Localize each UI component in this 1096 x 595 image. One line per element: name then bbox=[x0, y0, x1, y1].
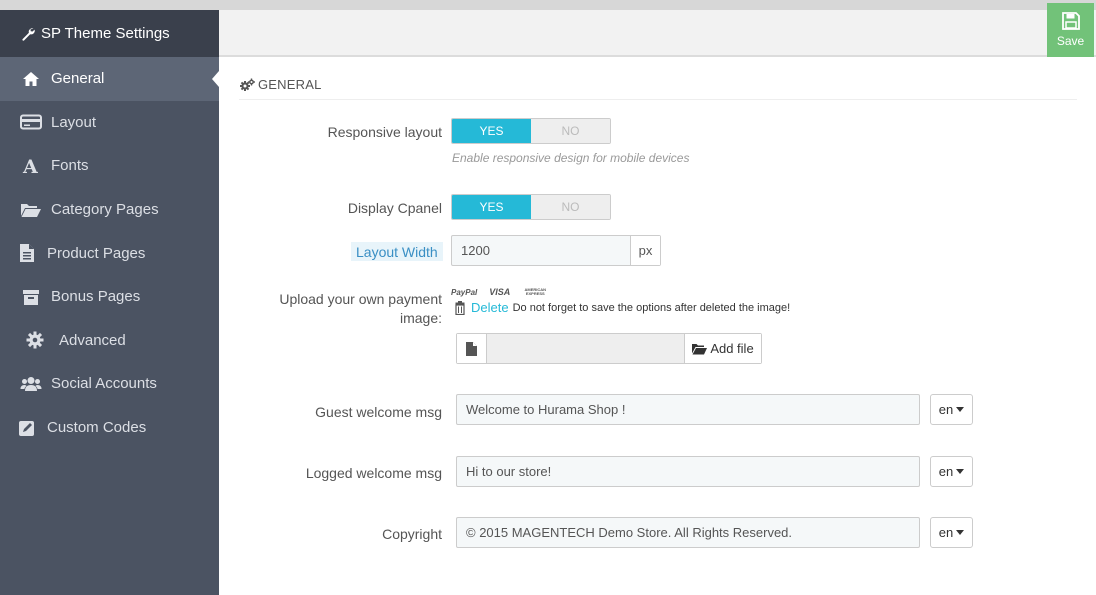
sidebar-item-label: Custom Codes bbox=[47, 419, 147, 437]
folder-open-icon bbox=[17, 200, 45, 220]
file-icon bbox=[457, 334, 487, 363]
lang-label: en bbox=[938, 402, 954, 417]
toolbar: Save bbox=[219, 3, 1096, 57]
sidebar-item-label: Product Pages bbox=[47, 244, 146, 262]
sidebar-item-advanced[interactable]: Advanced bbox=[0, 319, 219, 363]
wrench-icon bbox=[22, 27, 35, 41]
caret-down-icon bbox=[956, 407, 965, 412]
save-label: Save bbox=[1056, 34, 1085, 48]
logged-lang-dropdown[interactable]: en bbox=[930, 456, 973, 487]
sidebar-item-label: Fonts bbox=[51, 157, 89, 175]
edit-icon bbox=[13, 418, 41, 438]
responsive-yes-option[interactable]: YES bbox=[452, 119, 531, 143]
layout-width-group: px bbox=[451, 235, 661, 266]
amex-logo: AMERICAN EXPRESS bbox=[524, 287, 547, 296]
gears-icon bbox=[240, 78, 255, 91]
responsive-layout-switch: YES NO bbox=[451, 118, 611, 144]
sidebar-item-label: Social Accounts bbox=[51, 375, 157, 393]
save-icon bbox=[1061, 12, 1080, 30]
payment-logos-image: PayPal VISA AMERICAN EXPRESS bbox=[451, 287, 548, 297]
sidebar-item-category-pages[interactable]: Category Pages bbox=[0, 188, 219, 232]
delete-link[interactable]: Delete bbox=[471, 300, 509, 315]
sidebar-item-fonts[interactable]: A Fonts bbox=[0, 144, 219, 188]
payment-image-label: Upload your own payment image: bbox=[279, 291, 442, 326]
file-text-icon bbox=[13, 243, 41, 263]
sidebar-item-label: General bbox=[51, 70, 105, 88]
caret-down-icon bbox=[956, 530, 965, 535]
sidebar-title: SP Theme Settings bbox=[41, 25, 170, 42]
layout-width-label: Layout Width bbox=[351, 242, 443, 261]
panel-title: GENERAL bbox=[258, 77, 322, 92]
guest-welcome-input[interactable] bbox=[456, 394, 920, 425]
display-cpanel-switch: YES NO bbox=[451, 194, 611, 220]
credit-card-icon bbox=[17, 112, 45, 132]
layout-width-unit: px bbox=[630, 236, 660, 265]
copyright-label: Copyright bbox=[382, 526, 442, 542]
sidebar-item-label: Bonus Pages bbox=[51, 288, 141, 306]
gear-icon bbox=[21, 330, 49, 350]
svg-text:A: A bbox=[22, 157, 38, 175]
sidebar-item-label: Advanced bbox=[59, 331, 126, 349]
delete-note: Do not forget to save the options after … bbox=[512, 301, 791, 314]
top-strip bbox=[0, 0, 1096, 10]
archive-icon bbox=[17, 287, 45, 307]
cpanel-no-option[interactable]: NO bbox=[531, 195, 610, 219]
sidebar-item-custom-codes[interactable]: Custom Codes bbox=[0, 406, 219, 450]
file-upload-group: Add file bbox=[456, 333, 762, 364]
responsive-layout-label: Responsive layout bbox=[327, 124, 442, 140]
guest-lang-dropdown[interactable]: en bbox=[930, 394, 973, 425]
font-icon: A bbox=[17, 156, 45, 176]
delete-line: Delete Do not forget to save the options… bbox=[455, 300, 790, 315]
sidebar-item-product-pages[interactable]: Product Pages bbox=[0, 231, 219, 275]
layout-width-input[interactable] bbox=[452, 236, 630, 265]
users-icon bbox=[17, 374, 45, 394]
sidebar-item-bonus-pages[interactable]: Bonus Pages bbox=[0, 275, 219, 319]
paypal-logo: PayPal bbox=[451, 287, 478, 297]
sidebar-item-label: Category Pages bbox=[51, 201, 159, 219]
visa-logo: VISA bbox=[489, 287, 511, 297]
responsive-no-option[interactable]: NO bbox=[531, 119, 610, 143]
sidebar: SP Theme Settings General Layout A Fonts… bbox=[0, 10, 219, 595]
sidebar-item-social-accounts[interactable]: Social Accounts bbox=[0, 362, 219, 406]
add-file-button[interactable]: Add file bbox=[684, 334, 761, 363]
panel-heading: GENERAL bbox=[239, 70, 1077, 100]
copyright-input[interactable] bbox=[456, 517, 920, 548]
home-icon bbox=[17, 69, 45, 89]
responsive-hint: Enable responsive design for mobile devi… bbox=[452, 151, 690, 165]
guest-welcome-label: Guest welcome msg bbox=[315, 404, 442, 420]
sidebar-item-general[interactable]: General bbox=[0, 57, 219, 101]
caret-down-icon bbox=[956, 469, 965, 474]
file-name-field[interactable] bbox=[487, 334, 684, 363]
logged-welcome-input[interactable] bbox=[456, 456, 920, 487]
logged-welcome-label: Logged welcome msg bbox=[305, 465, 442, 481]
sidebar-item-label: Layout bbox=[51, 113, 97, 131]
sidebar-header: SP Theme Settings bbox=[0, 10, 219, 57]
copyright-lang-dropdown[interactable]: en bbox=[930, 517, 973, 548]
add-file-label: Add file bbox=[710, 341, 754, 356]
display-cpanel-label: Display Cpanel bbox=[347, 200, 442, 216]
trash-icon bbox=[455, 300, 465, 315]
folder-open-icon bbox=[692, 343, 708, 354]
lang-label: en bbox=[938, 464, 954, 479]
lang-label: en bbox=[938, 525, 954, 540]
cpanel-yes-option[interactable]: YES bbox=[452, 195, 531, 219]
save-button[interactable]: Save bbox=[1047, 3, 1094, 57]
sidebar-item-layout[interactable]: Layout bbox=[0, 101, 219, 145]
